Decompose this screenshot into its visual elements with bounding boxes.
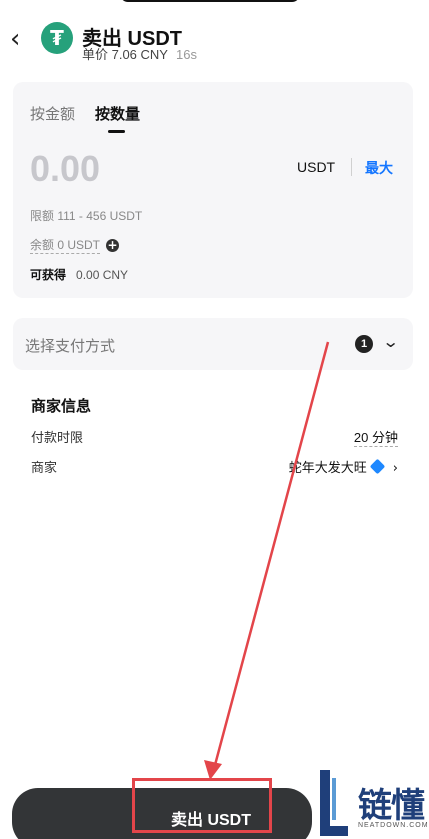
watermark-logo-mark (320, 770, 348, 836)
balance-row: 余额 0 USDT + (30, 236, 120, 254)
merchant-label: 商家 (31, 460, 58, 475)
plus-circle-icon[interactable]: + (106, 238, 120, 252)
unit-price: 单价 7.06 CNY 16s (82, 44, 197, 63)
merchant-info-title: 商家信息 (31, 398, 92, 415)
status-notch (120, 0, 300, 2)
merchant-name: 蛇年大发大旺 (288, 460, 367, 475)
amount-unit: USDT (297, 159, 336, 175)
tab-by-quantity[interactable]: 按数量 (95, 103, 140, 124)
receive-value: 0.00 CNY (76, 268, 129, 282)
annotation-highlight-box (132, 778, 272, 833)
annotation-arrow-head (204, 760, 222, 780)
amount-input[interactable]: 0.00 (30, 148, 100, 190)
payment-time-row: 付款时限 20 分钟 (31, 427, 398, 447)
receive-row: 可获得 0.00 CNY (30, 266, 128, 283)
payment-method-label: 选择支付方式 (25, 338, 116, 355)
merchant-link[interactable]: 蛇年大发大旺 › (289, 457, 398, 476)
balance-text: 余额 0 USDT (30, 238, 101, 254)
payment-method-selector[interactable]: 选择支付方式 1 ⌄ (13, 318, 413, 370)
tether-icon: ₮ (41, 22, 73, 54)
limit-text: 限额 111 - 456 USDT (30, 209, 143, 223)
annotation-arrow-line (213, 341, 330, 766)
chevron-right-icon: › (392, 461, 398, 476)
watermark-brand: 链懂 (358, 786, 425, 826)
receive-label: 可获得 (30, 268, 67, 282)
chevron-left-icon[interactable]: ‹ (10, 26, 32, 52)
merchant-row[interactable]: 商家 蛇年大发大旺 › (31, 457, 398, 476)
verified-diamond-icon (369, 458, 386, 475)
chevron-down-icon[interactable]: ⌄ (382, 332, 399, 351)
watermark-logo: 链懂 NEATDOWN.COM (314, 770, 429, 839)
tab-by-amount[interactable]: 按金额 (30, 103, 75, 124)
payment-time-label: 付款时限 (31, 430, 84, 445)
divider (351, 158, 352, 176)
header: ‹ ₮ 卖出 USDT 单价 7.06 CNY 16s (0, 18, 429, 62)
payment-count-badge: 1 (355, 335, 373, 353)
unit-price-text: 单价 7.06 CNY (82, 47, 168, 62)
refresh-timer: 16s (175, 47, 197, 62)
active-tab-indicator (108, 130, 125, 133)
watermark-url: NEATDOWN.COM (358, 822, 429, 829)
payment-time-value: 20 分钟 (353, 427, 398, 447)
max-button[interactable]: 最大 (365, 158, 393, 178)
order-card: 按金额 按数量 0.00 USDT 最大 限额 111 - 456 USDT 余… (13, 82, 413, 298)
